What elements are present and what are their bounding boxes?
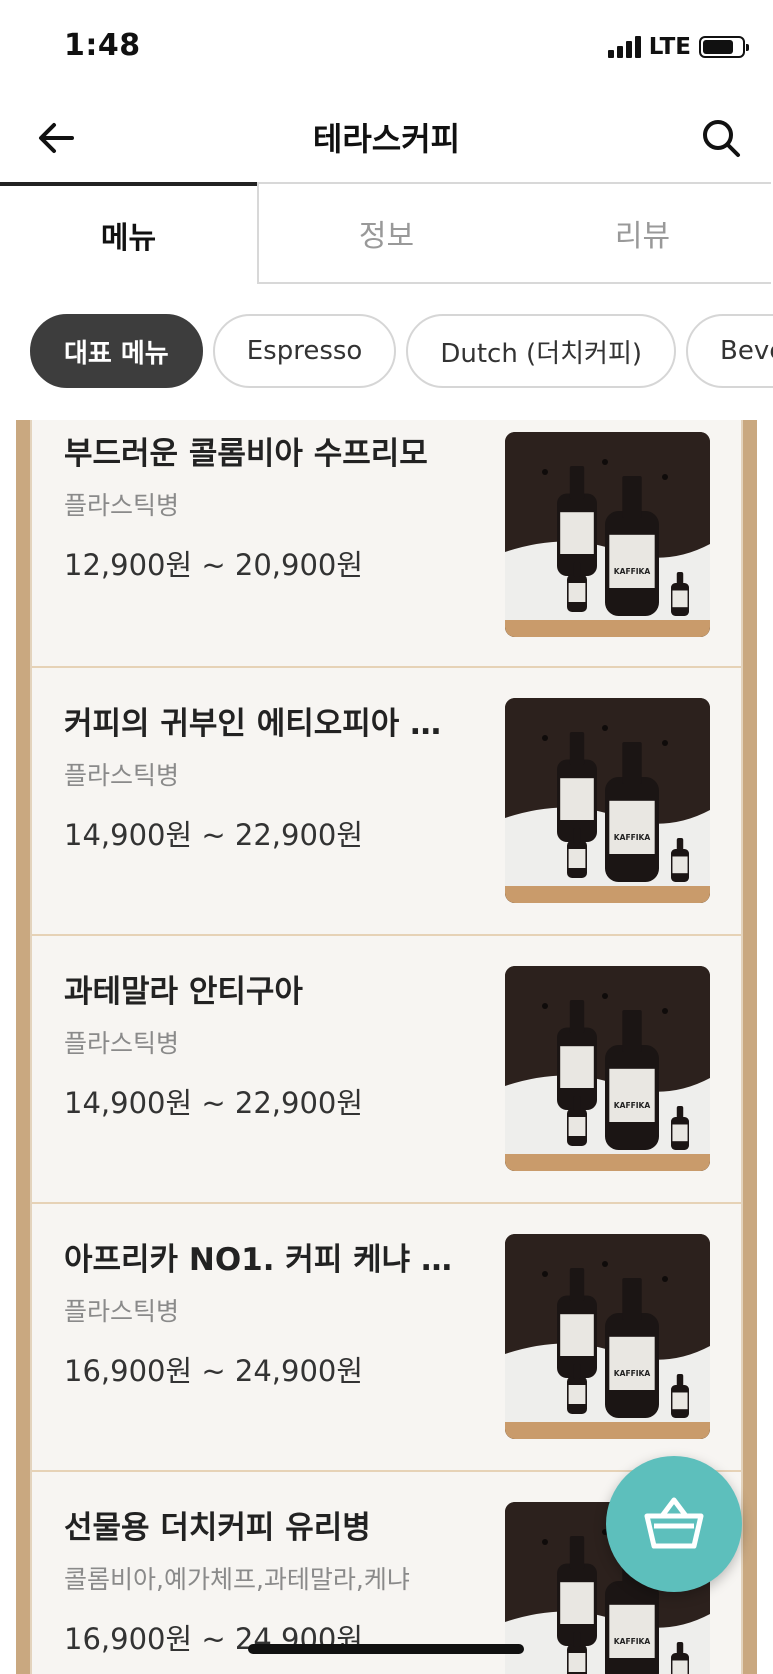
- menu-item-price: 12,900원 ~ 20,900원: [64, 548, 364, 582]
- menu-item-price: 14,900원 ~ 22,900원: [64, 1086, 364, 1120]
- menu-item-name: 커피의 귀부인 에티오피아 예…: [64, 706, 464, 742]
- menu-item-price: 16,900원 ~ 24,900원: [64, 1354, 364, 1388]
- menu-item-name: 과테말라 안티구아: [64, 974, 303, 1010]
- basket-icon: [644, 1497, 704, 1549]
- tab-menu[interactable]: 메뉴: [0, 182, 257, 284]
- chip-signature-menu[interactable]: 대표 메뉴: [30, 314, 203, 388]
- menu-item[interactable]: 커피의 귀부인 에티오피아 예… 플라스틱병 14,900원 ~ 22,900원…: [32, 668, 741, 936]
- menu-item-desc: 플라스틱병: [64, 1029, 180, 1058]
- status-time: 1:48: [64, 28, 141, 63]
- status-bar: 1:48 LTE: [0, 0, 773, 96]
- back-arrow-icon: [39, 123, 74, 153]
- status-indicators: LTE: [607, 34, 749, 60]
- chip-dutch[interactable]: Dutch (더치커피): [406, 314, 677, 388]
- search-button[interactable]: [695, 112, 747, 164]
- tab-info[interactable]: 정보: [257, 182, 514, 284]
- menu-item-name: 선물용 더치커피 유리병: [64, 1510, 371, 1546]
- menu-item[interactable]: 과테말라 안티구아 플라스틱병 14,900원 ~ 22,900원 KAFFIK…: [32, 936, 741, 1204]
- menu-item-desc: 플라스틱병: [64, 761, 180, 790]
- svg-text:KAFFIKA: KAFFIKA: [614, 567, 651, 576]
- svg-text:KAFFIKA: KAFFIKA: [614, 1101, 651, 1110]
- menu-item[interactable]: 부드러운 콜롬비아 수프리모 플라스틱병 12,900원 ~ 20,900원 K…: [32, 420, 741, 668]
- menu-item-image: KAFFIKA: [505, 698, 710, 903]
- menu-item[interactable]: 아프리카 NO1. 커피 케냐 AA 플라스틱병 16,900원 ~ 24,90…: [32, 1204, 741, 1472]
- menu-item-name: 부드러운 콜롬비아 수프리모: [64, 436, 428, 472]
- menu-item-name: 아프리카 NO1. 커피 케냐 AA: [64, 1242, 464, 1278]
- signal-icon: [607, 36, 641, 58]
- back-button[interactable]: [30, 112, 82, 164]
- network-label: LTE: [648, 34, 691, 60]
- svg-text:KAFFIKA: KAFFIKA: [614, 1369, 651, 1378]
- menu-item-desc: 플라스틱병: [64, 491, 180, 520]
- app-header: 테라스커피: [0, 96, 773, 186]
- page-title: 테라스커피: [312, 120, 461, 158]
- home-indicator[interactable]: [248, 1644, 524, 1654]
- basket-button[interactable]: [606, 1456, 742, 1592]
- chip-espresso[interactable]: Espresso: [212, 314, 397, 388]
- svg-text:KAFFIKA: KAFFIKA: [614, 1637, 651, 1646]
- category-chips: 대표 메뉴 Espresso Dutch (더치커피) Bever: [30, 314, 773, 390]
- svg-text:KAFFIKA: KAFFIKA: [614, 833, 651, 842]
- menu-item-image: KAFFIKA: [505, 1234, 710, 1439]
- menu-item-desc: 플라스틱병: [64, 1297, 180, 1326]
- menu-item-image: KAFFIKA: [505, 432, 710, 637]
- menu-item-price: 14,900원 ~ 22,900원: [64, 818, 364, 852]
- chip-beverage[interactable]: Bever: [686, 314, 773, 388]
- menu-item-desc: 콜롬비아,예가체프,과테말라,케냐: [64, 1565, 410, 1594]
- tab-reviews[interactable]: 리뷰: [514, 182, 771, 284]
- battery-icon: [699, 36, 749, 58]
- search-icon: [703, 120, 740, 157]
- menu-item-image: KAFFIKA: [505, 966, 710, 1171]
- tab-bar: 메뉴 정보 리뷰: [0, 182, 773, 284]
